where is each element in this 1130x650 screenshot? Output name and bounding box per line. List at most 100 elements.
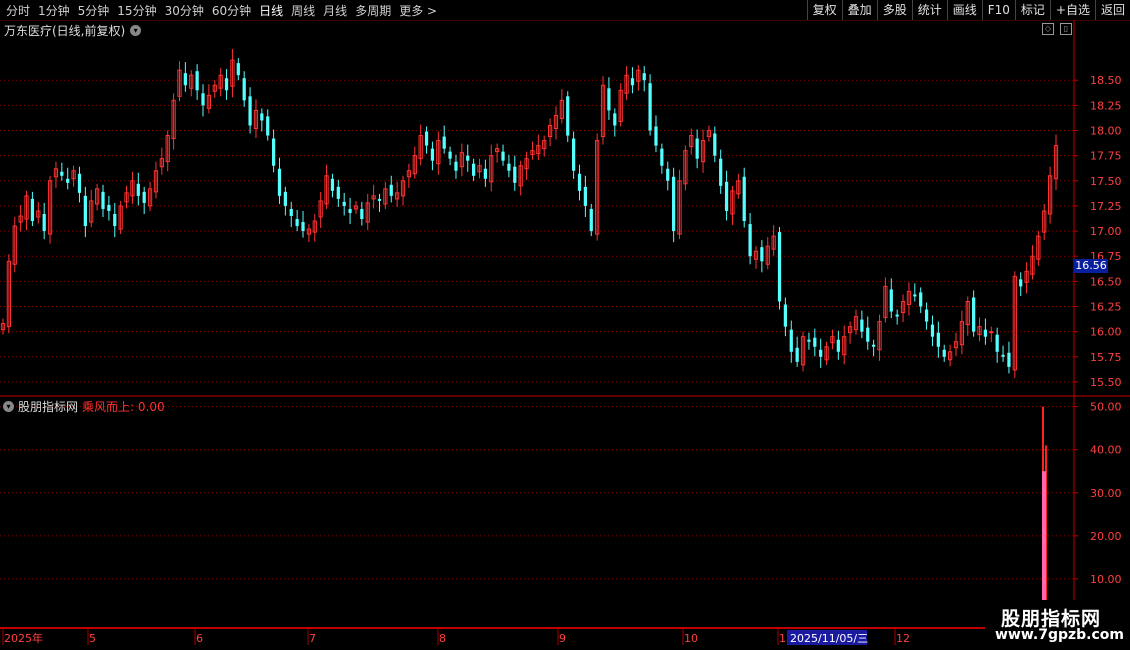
price-tick-label: 17.50 [1090, 175, 1122, 188]
candle-body [895, 314, 899, 317]
candle-body [713, 133, 717, 156]
candle-body [795, 347, 799, 362]
price-tick-label: 16.00 [1090, 326, 1122, 339]
indicator-tick-label: 30.00 [1090, 487, 1122, 500]
candle-body [777, 232, 782, 302]
candle-body [695, 138, 699, 159]
watermark-url: www.7gpzb.com [995, 627, 1125, 643]
candle-body [466, 155, 470, 161]
price-tick-label: 16.50 [1090, 275, 1122, 288]
candle-body [136, 183, 140, 196]
candle-body [654, 126, 658, 146]
watermark: 股朋指标网 www.7gpzb.com [985, 600, 1130, 650]
candle-body [60, 171, 64, 176]
candle-body [336, 186, 340, 199]
candle-body [424, 131, 429, 146]
candle-body [448, 151, 452, 159]
candle-body [430, 148, 435, 161]
candle-body [301, 222, 305, 232]
candle-body [295, 219, 299, 227]
candle-body [266, 116, 270, 136]
candle-body [1019, 279, 1023, 287]
candle-body [1001, 354, 1005, 357]
price-tick-label: 16.25 [1090, 301, 1122, 314]
candle-body [289, 208, 293, 216]
signal-value: 乘风而上: 0.00 [82, 400, 165, 414]
candle-body [77, 173, 82, 193]
candle-body [666, 168, 670, 181]
chevron-down-icon[interactable]: ▾ [3, 401, 14, 412]
candle-body [872, 344, 876, 347]
candle-body [642, 73, 646, 81]
candle-body [271, 138, 276, 166]
indicator-name: 股朋指标网 [18, 400, 79, 414]
candle-body [930, 324, 935, 337]
candle-body [819, 349, 823, 357]
candle-body [142, 191, 146, 203]
price-tick-label: 15.75 [1090, 351, 1122, 364]
candle-body [583, 186, 588, 206]
indicator-title[interactable]: ▾ 股朋指标网 乘风而上: 0.00 [3, 398, 165, 415]
candle-body [236, 63, 240, 76]
candle-body [260, 113, 264, 121]
candle-body [889, 289, 893, 312]
candle-body [783, 304, 788, 327]
candlestick-chart[interactable]: 18.5018.2518.0017.7517.5017.2517.0016.75… [0, 0, 1130, 650]
candle-body [913, 294, 917, 297]
price-tick-label: 18.00 [1090, 125, 1122, 138]
candle-body [724, 181, 729, 211]
price-tick-label: 18.50 [1090, 74, 1122, 87]
candle-body [30, 198, 35, 222]
candle-body [513, 166, 517, 183]
indicator-tick-label: 10.00 [1090, 573, 1122, 586]
candle-body [648, 83, 652, 131]
candle-body [183, 73, 187, 86]
candle-body [389, 184, 393, 196]
candle-body [572, 138, 576, 171]
candle-body [719, 158, 723, 186]
candle-body [66, 178, 70, 183]
candle-body [224, 78, 229, 91]
candle-body [942, 349, 946, 357]
candle-body [1007, 352, 1011, 367]
candle-body [924, 309, 929, 322]
candle-body [813, 337, 817, 347]
candle-body [860, 319, 864, 332]
candle-body [607, 88, 611, 111]
candle-body [972, 297, 976, 332]
price-tick-label: 18.25 [1090, 99, 1122, 112]
candle-body [995, 334, 999, 352]
indicator-tick-label: 20.00 [1090, 530, 1122, 543]
indicator-tick-label: 40.00 [1090, 444, 1122, 457]
candle-body [919, 292, 923, 307]
candle-body [789, 329, 793, 352]
candle-body [483, 168, 487, 179]
date-axis [0, 627, 985, 647]
candle-body [330, 178, 335, 191]
candle-body [83, 195, 87, 227]
candle-body [113, 213, 117, 227]
candle-body [101, 191, 105, 209]
current-price-tag: 16.56 [1074, 259, 1108, 273]
indicator-tick-label: 50.00 [1090, 401, 1122, 414]
candle-body [630, 78, 635, 86]
candle-body [283, 191, 287, 206]
candle-body [248, 96, 252, 126]
candle-body [672, 176, 676, 232]
candle-body [348, 208, 352, 213]
candle-body [342, 201, 346, 206]
candle-body [507, 163, 511, 171]
candle-body [748, 224, 752, 257]
candle-body [501, 151, 505, 161]
candle-body [566, 96, 570, 136]
candle-body [807, 339, 811, 342]
price-tick-label: 17.25 [1090, 200, 1122, 213]
candle-body [577, 173, 582, 191]
candle-body [195, 71, 199, 91]
candle-body [107, 204, 111, 211]
candle-body [936, 332, 940, 347]
candle-body [471, 163, 476, 176]
candle-body [613, 113, 617, 126]
candle-body [742, 176, 746, 222]
candle-body [660, 148, 664, 166]
